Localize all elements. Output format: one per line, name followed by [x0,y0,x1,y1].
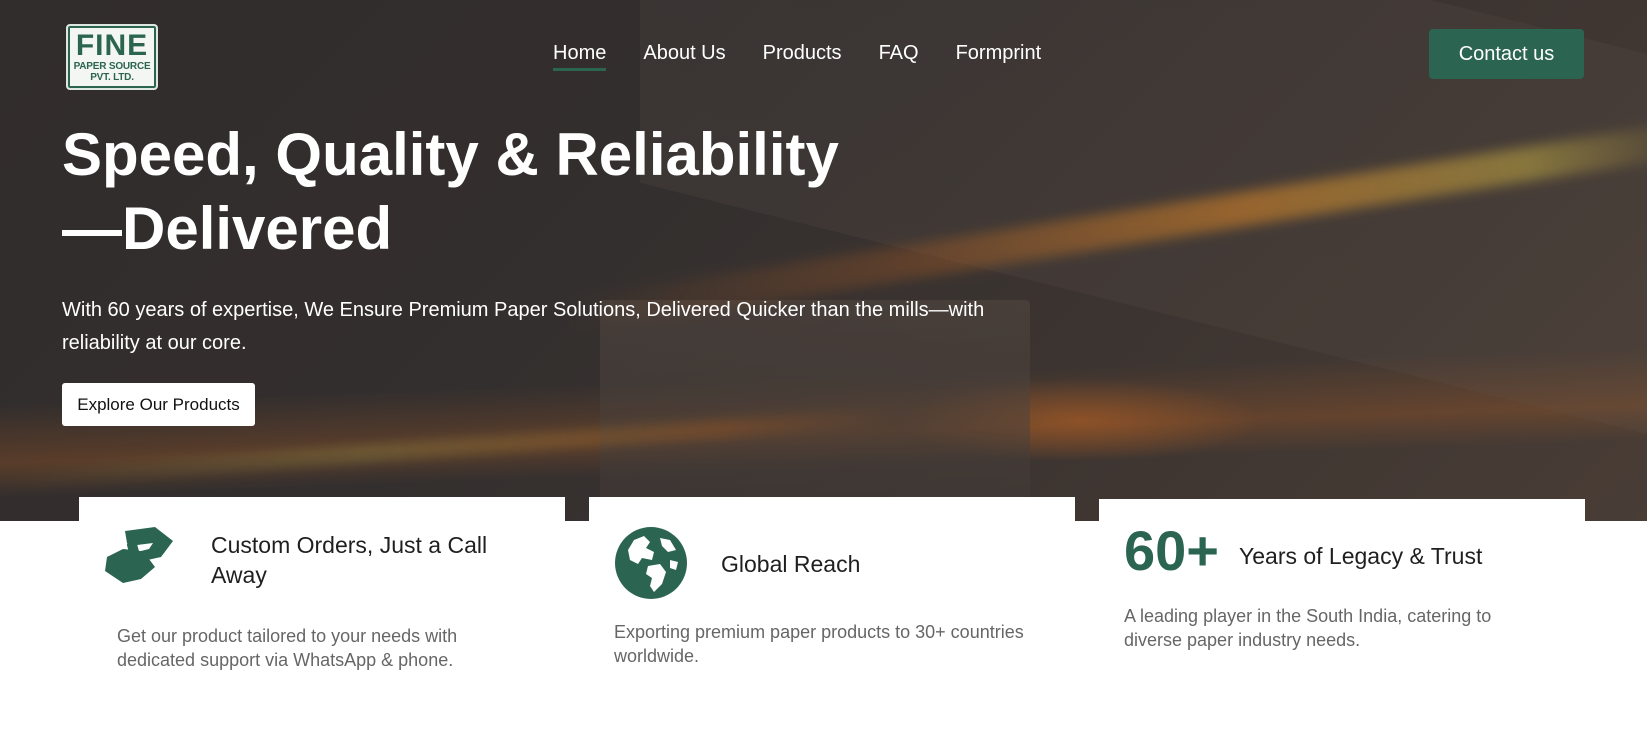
nav-faq[interactable]: FAQ [879,42,919,71]
nav-home[interactable]: Home [553,42,607,71]
hero-title-line-2: —Delivered [62,195,393,262]
hero-title-line-1: Speed, Quality & Reliability [62,121,839,188]
logo-wordmark: FINE [75,29,149,62]
handshake-icon [105,527,173,583]
hero-title: Speed, Quality & Reliability —Delivered [62,118,962,266]
main-nav: Home About Us Products FAQ Formprint [553,42,1041,71]
globe-icon [615,527,687,599]
feature-card-legacy: 60+ Years of Legacy & Trust A leading pl… [1099,499,1585,699]
nav-products[interactable]: Products [763,42,842,71]
company-logo[interactable]: FINE PAPER SOURCE PVT. LTD. [66,24,158,90]
nav-about-us[interactable]: About Us [643,42,725,71]
contact-us-button[interactable]: Contact us [1429,29,1584,79]
feature-card-custom-orders: Custom Orders, Just a Call Away Get our … [79,497,565,697]
feature-title: Custom Orders, Just a Call Away [211,532,488,588]
explore-products-button[interactable]: Explore Our Products [62,383,255,426]
logo-line-1: PAPER SOURCE [73,61,151,72]
logo-line-2: PVT. LTD. [90,72,134,83]
feature-description: Exporting premium paper products to 30+ … [614,622,1024,666]
feature-card-global-reach: Global Reach Exporting premium paper pro… [589,497,1075,697]
nav-formprint[interactable]: Formprint [956,42,1042,71]
feature-title: Years of Legacy & Trust [1239,543,1483,569]
feature-description: Get our product tailored to your needs w… [117,626,458,670]
hero-subtitle: With 60 years of expertise, We Ensure Pr… [62,299,985,354]
feature-title: Global Reach [721,551,861,577]
feature-description: A leading player in the South India, cat… [1124,606,1492,650]
years-stat: 60+ [1124,519,1219,582]
